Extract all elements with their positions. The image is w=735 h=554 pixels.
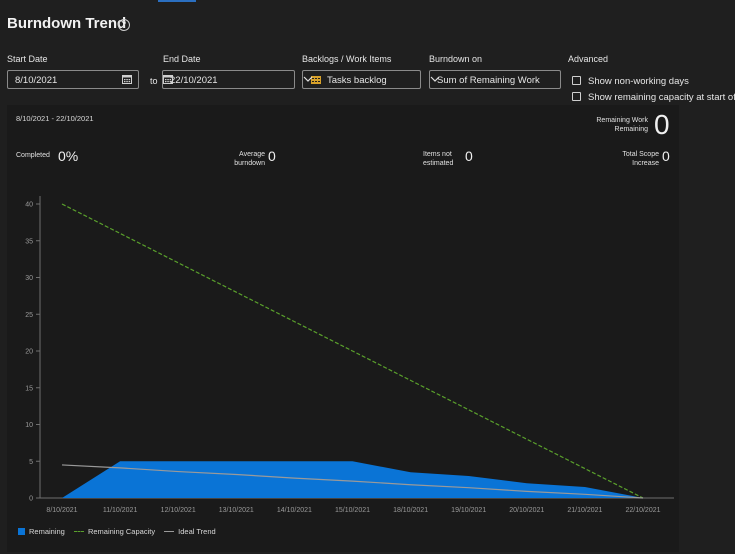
legend-capacity-swatch: [73, 531, 84, 532]
x-tick-label: 22/10/2021: [625, 507, 660, 514]
y-tick-label: 30: [25, 275, 33, 282]
y-tick-label: 40: [25, 202, 33, 209]
x-tick-label: 18/10/2021: [393, 507, 428, 514]
backlogs-dropdown[interactable]: Tasks backlog: [302, 70, 421, 89]
checkbox[interactable]: [572, 92, 581, 101]
x-tick-label: 13/10/2021: [219, 507, 254, 514]
end-date-value: 22/10/2021: [170, 75, 218, 86]
legend: Remaining Remaining Capacity Ideal Trend: [18, 527, 216, 536]
x-tick-label: 20/10/2021: [509, 507, 544, 514]
show-non-working-days-option[interactable]: Show non-working days: [572, 76, 689, 87]
end-date-label: End Date: [163, 54, 201, 64]
show-non-working-days-label: Show non-working days: [588, 76, 689, 87]
backlogs-value: Tasks backlog: [327, 75, 387, 86]
legend-ideal-swatch: [164, 531, 175, 532]
legend-remaining-swatch: [18, 528, 25, 535]
x-tick-label: 21/10/2021: [567, 507, 602, 514]
chevron-down-icon: [303, 76, 313, 82]
legend-ideal-label: Ideal Trend: [178, 527, 216, 536]
top-bar: [0, 0, 735, 2]
y-tick-label: 15: [25, 385, 33, 392]
calendar-icon[interactable]: [122, 74, 132, 84]
show-remaining-capacity-label: Show remaining capacity at start of: [588, 92, 735, 103]
x-tick-label: 19/10/2021: [451, 507, 486, 514]
x-tick-label: 15/10/2021: [335, 507, 370, 514]
burndown-chart-panel: 8/10/2021 - 22/10/2021 Remaining Work Re…: [7, 105, 679, 552]
legend-capacity-label: Remaining Capacity: [87, 527, 156, 536]
burndown-on-dropdown[interactable]: Sum of Remaining Work: [429, 70, 561, 89]
burndown-on-label: Burndown on: [429, 54, 483, 64]
page-title: Burndown Trend: [7, 15, 127, 32]
backlogs-label: Backlogs / Work Items: [302, 54, 392, 64]
y-tick-label: 20: [25, 349, 33, 356]
x-tick-label: 8/10/2021: [46, 507, 77, 514]
show-remaining-capacity-option[interactable]: Show remaining capacity at start of: [572, 92, 735, 103]
remaining-capacity-line: [61, 203, 644, 499]
x-tick-label: 14/10/2021: [277, 507, 312, 514]
advanced-label: Advanced: [568, 54, 609, 64]
x-tick-label: 12/10/2021: [161, 507, 196, 514]
y-tick-label: 25: [25, 312, 33, 319]
start-date-field[interactable]: 8/10/2021: [7, 70, 139, 89]
y-tick-label: 10: [25, 422, 33, 429]
burndown-on-value: Sum of Remaining Work: [437, 75, 540, 86]
end-date-field[interactable]: 22/10/2021: [162, 70, 295, 89]
start-date-label: Start Date: [7, 54, 48, 64]
y-tick-label: 35: [25, 238, 33, 245]
y-tick-label: 5: [29, 459, 33, 466]
y-tick-label: 0: [29, 496, 33, 503]
active-tab-indicator: [158, 0, 196, 2]
calendar-icon[interactable]: [163, 74, 173, 84]
chevron-down-icon: [430, 76, 440, 82]
checkbox[interactable]: [572, 76, 581, 85]
burndown-chart: 0 5 10 15 20 25 30 35 40 8/10/2021 11/10/2021 12/10…: [25, 196, 674, 514]
legend-remaining-label: Remaining: [29, 527, 65, 536]
to-label: to: [150, 76, 158, 86]
help-circle-icon[interactable]: ?: [118, 19, 130, 31]
start-date-value: 8/10/2021: [15, 75, 58, 86]
x-tick-label: 11/10/2021: [103, 507, 138, 514]
